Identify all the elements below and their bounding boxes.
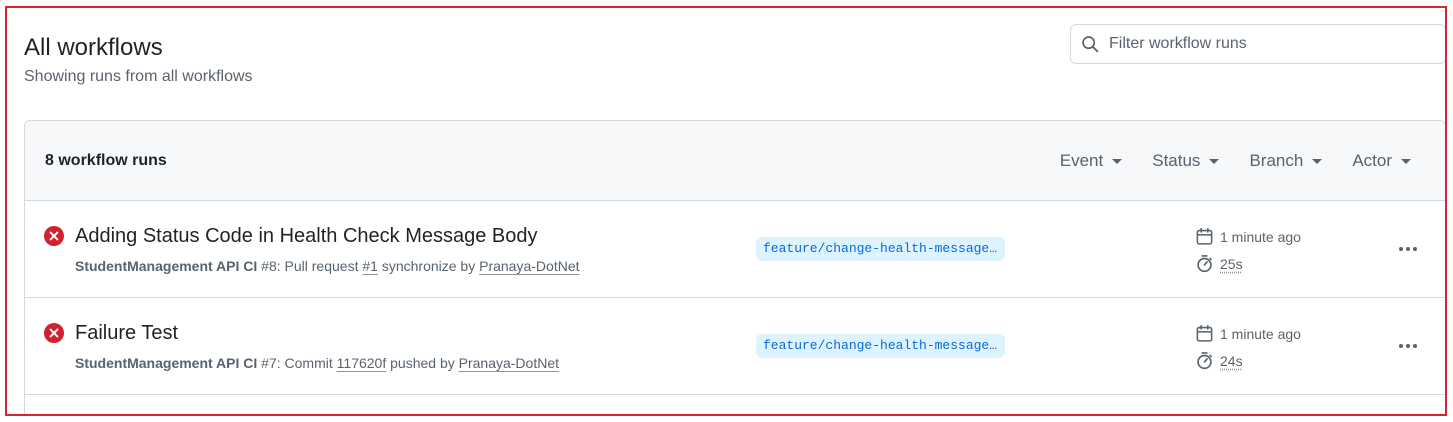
run-number: #8 [261, 258, 277, 274]
run-duration-value: 24s [1220, 352, 1243, 369]
filter-runs-search[interactable] [1070, 24, 1445, 64]
event-prefix: Commit [284, 355, 333, 371]
x-circle-fill-icon [44, 323, 64, 343]
run-count: 8 workflow runs [45, 151, 167, 169]
filter-bar: Event Status Branch Actor [1060, 121, 1411, 201]
run-duration-value: 25s [1220, 255, 1243, 272]
stopwatch-icon [1197, 255, 1212, 273]
runs-list-header: 8 workflow runs Event Status Branch Acto… [25, 121, 1445, 201]
run-meta: StudentManagement API CI #8: Pull reques… [75, 258, 580, 274]
page-title: All workflows [24, 34, 163, 61]
workflow-run-row[interactable]: Failure Test StudentManagement API CI #7… [25, 298, 1445, 395]
run-duration: 24s [1195, 351, 1243, 370]
run-title-link[interactable]: Adding Status Code in Health Check Messa… [75, 225, 538, 248]
run-number: #7 [261, 355, 277, 371]
calendar-icon [1196, 227, 1213, 245]
event-suffix: pushed by [390, 355, 455, 371]
meta-separator: : [276, 258, 281, 274]
stopwatch-icon [1197, 352, 1212, 370]
filter-runs-input[interactable] [1109, 35, 1429, 53]
event-prefix: Pull request [284, 258, 359, 274]
search-icon [1082, 36, 1099, 53]
event-suffix: synchronize by [381, 258, 476, 274]
commit-link[interactable]: 117620f [337, 355, 387, 371]
run-duration: 25s [1195, 254, 1243, 273]
workflow-run-row[interactable]: Adding Status Code in Health Check Messa… [25, 201, 1445, 298]
caret-down-icon [1112, 158, 1123, 164]
workflow-runs-list: 8 workflow runs Event Status Branch Acto… [24, 120, 1445, 414]
highlight-frame: All workflows Showing runs from all work… [5, 6, 1447, 416]
branch-label[interactable]: feature/change-health-message-body [756, 237, 1005, 261]
filter-branch-label: Branch [1249, 151, 1304, 170]
kebab-horizontal-icon[interactable] [1393, 237, 1423, 261]
meta-separator: : [276, 355, 281, 371]
actor-link[interactable]: Pranaya-DotNet [479, 258, 579, 274]
caret-down-icon [1401, 158, 1411, 164]
caret-down-icon [1209, 158, 1220, 164]
run-timestamp: 1 minute ago [1195, 324, 1301, 343]
run-time-ago: 1 minute ago [1220, 228, 1301, 245]
filter-status-label: Status [1152, 151, 1201, 170]
run-timestamp: 1 minute ago [1195, 227, 1301, 246]
pull-request-link[interactable]: #1 [362, 258, 378, 274]
filter-event-dropdown[interactable]: Event [1059, 151, 1123, 171]
filter-status-dropdown[interactable]: Status [1152, 151, 1220, 171]
x-circle-fill-icon [44, 226, 64, 246]
filter-actor-dropdown[interactable]: Actor [1352, 151, 1411, 171]
run-time-ago: 1 minute ago [1220, 325, 1301, 342]
filter-actor-label: Actor [1352, 151, 1392, 170]
calendar-icon [1196, 324, 1213, 342]
actor-link[interactable]: Pranaya-DotNet [459, 355, 559, 371]
branch-label[interactable]: feature/change-health-message-body [756, 334, 1005, 358]
caret-down-icon [1312, 158, 1323, 164]
kebab-horizontal-icon[interactable] [1393, 334, 1423, 358]
filter-event-label: Event [1059, 151, 1104, 170]
workflow-name: StudentManagement API CI [75, 258, 258, 274]
workflow-name: StudentManagement API CI [75, 355, 258, 371]
run-title-link[interactable]: Failure Test [75, 322, 178, 345]
page-subtitle: Showing runs from all workflows [24, 68, 253, 85]
filter-branch-dropdown[interactable]: Branch [1249, 151, 1323, 171]
run-meta: StudentManagement API CI #7: Commit 1176… [75, 355, 559, 371]
